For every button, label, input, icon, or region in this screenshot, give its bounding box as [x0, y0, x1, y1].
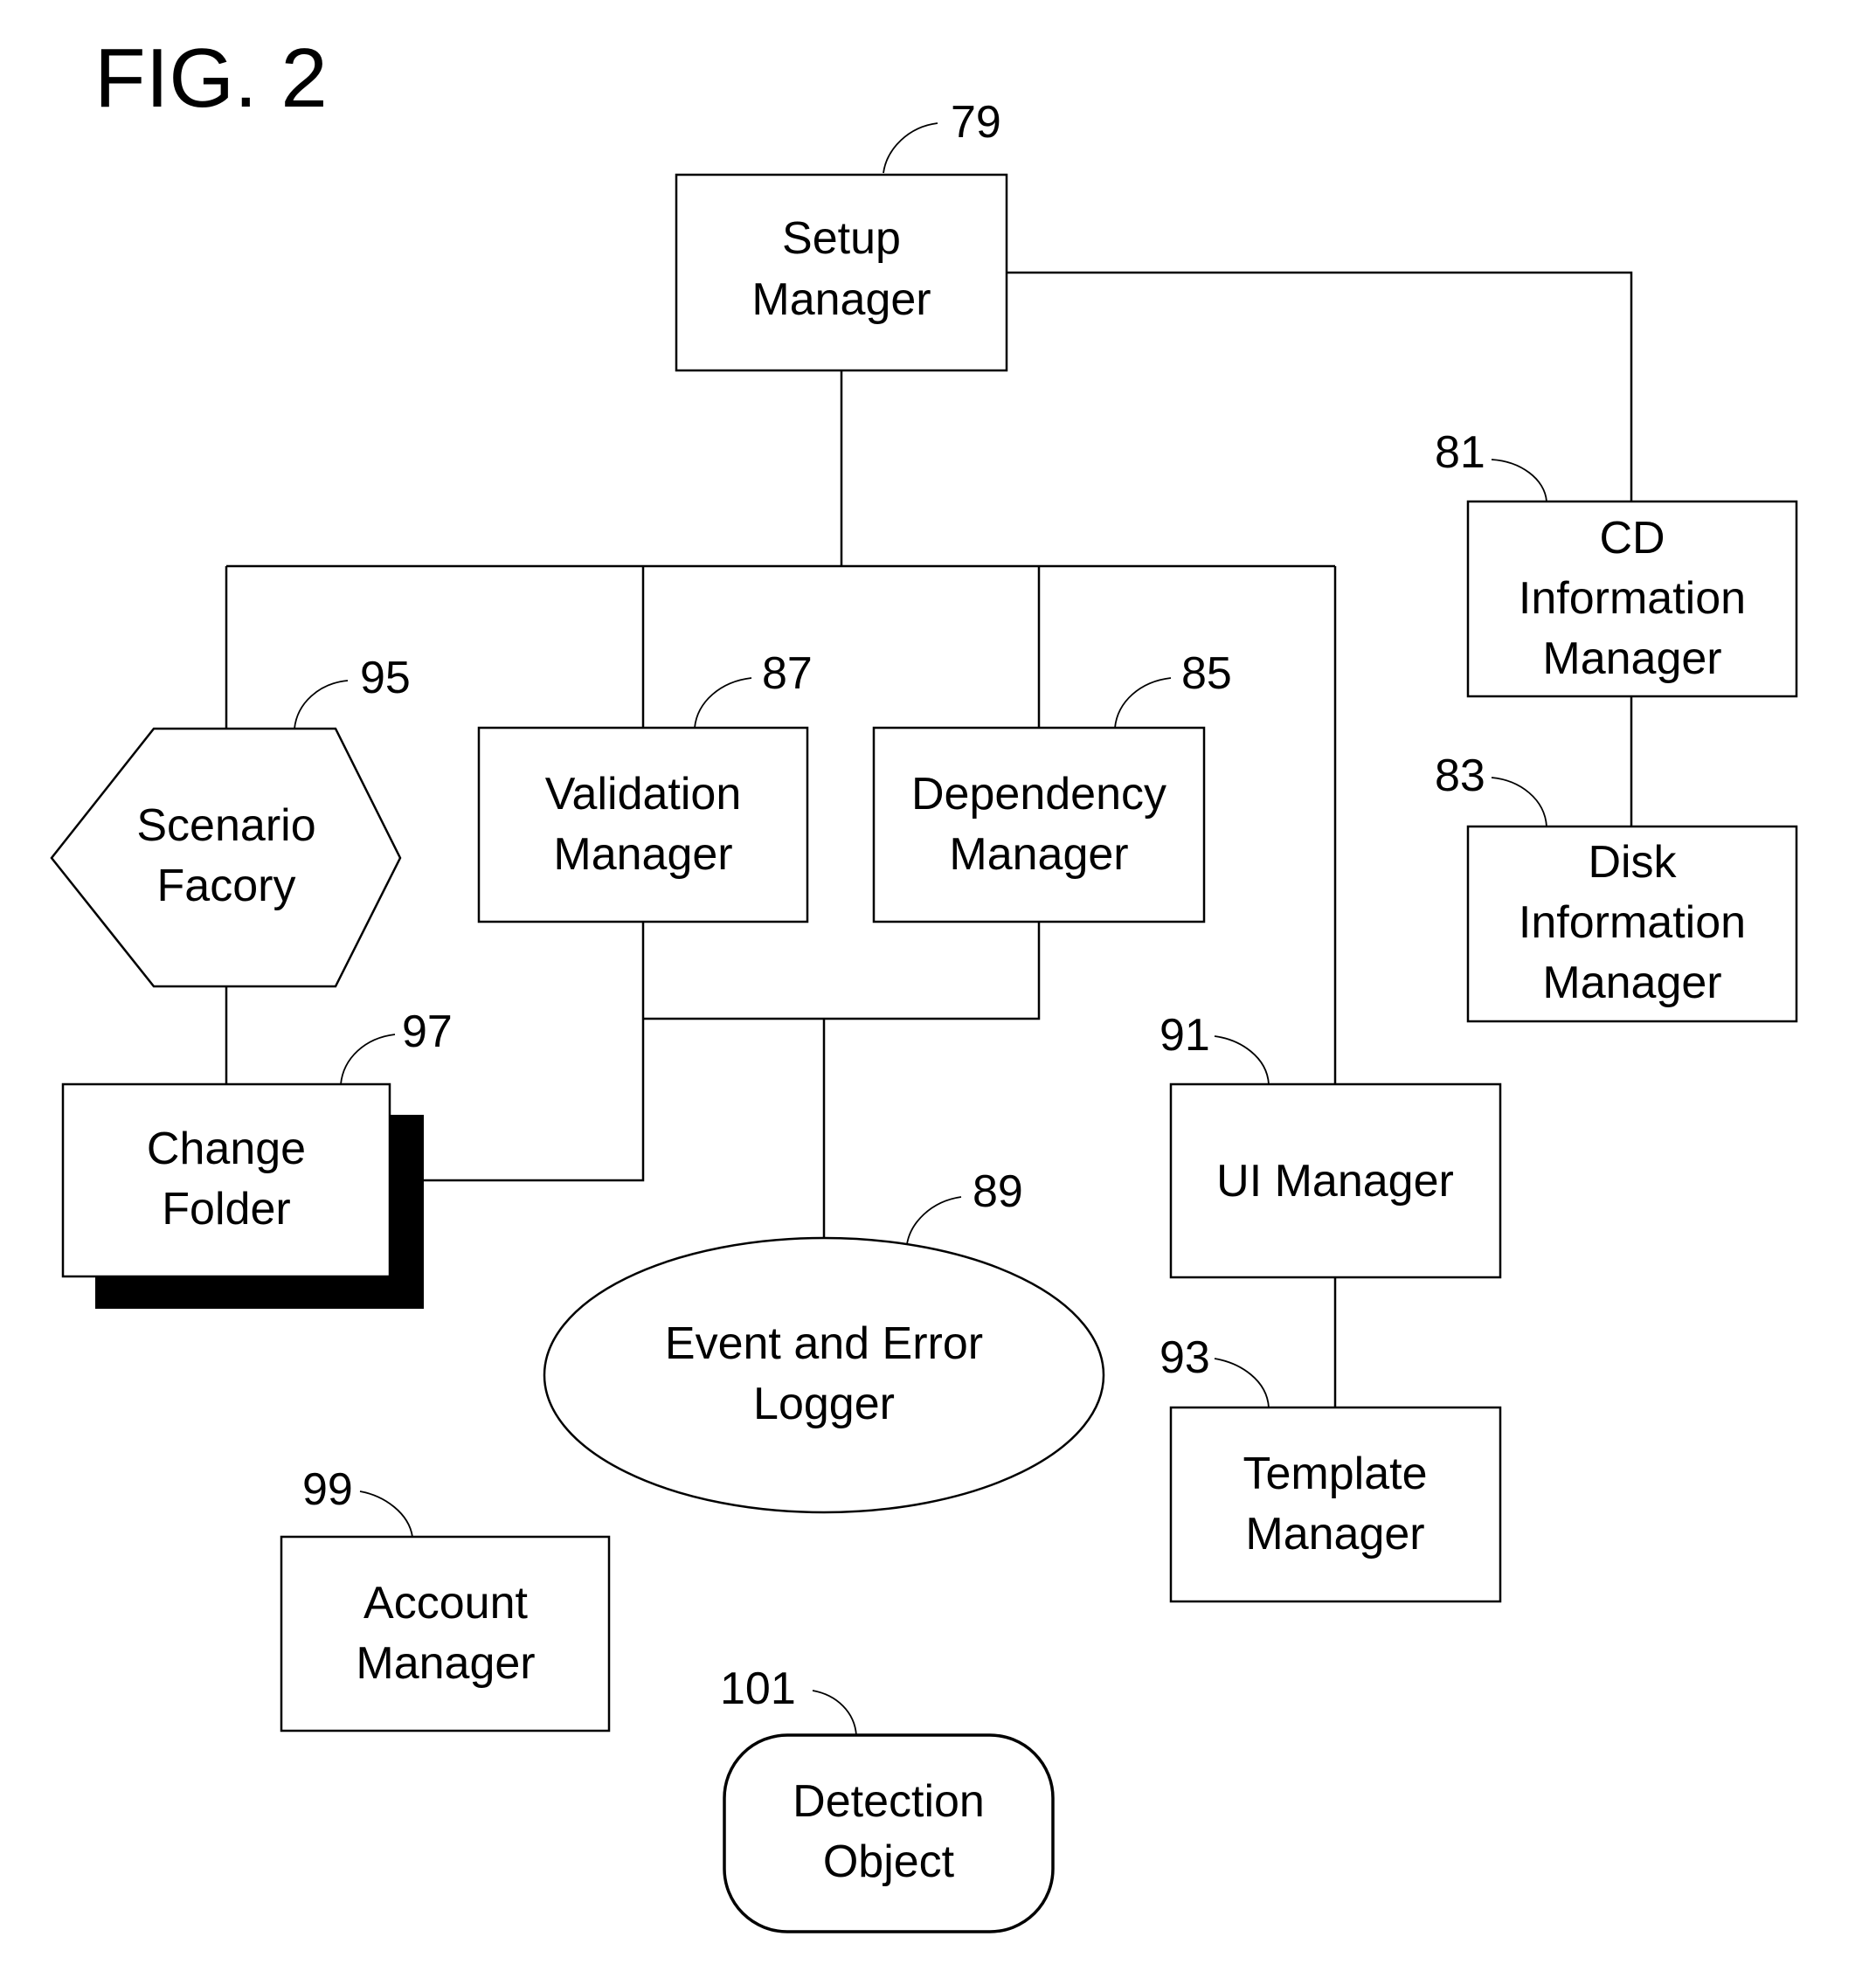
ref-number-89: 89 [973, 1166, 1023, 1217]
ref-number-85: 85 [1181, 648, 1232, 699]
ref-number-97: 97 [402, 1006, 453, 1057]
detection-object-label-line1: Detection [793, 1776, 985, 1827]
node-detection-object: Detection Object 101 [720, 1663, 1055, 1933]
validation-manager-label-line1: Validation [545, 769, 742, 820]
account-manager-label-line2: Manager [356, 1638, 535, 1689]
event-error-logger-ellipse [543, 1236, 1105, 1514]
dependency-manager-label-line2: Manager [949, 829, 1128, 880]
ref-leader-99 [359, 1490, 413, 1538]
setup-manager-box [675, 173, 1008, 372]
ref-leader-83 [1491, 777, 1547, 827]
ref-number-83: 83 [1435, 750, 1485, 801]
ref-leader-85 [1114, 677, 1172, 729]
node-ui-manager: UI Manager 91 [1160, 1010, 1502, 1279]
cd-info-manager-label-line1: CD [1599, 513, 1665, 564]
node-account-manager: Account Manager 99 [280, 1464, 611, 1732]
connector-validation-to-change-folder [424, 922, 645, 1182]
ref-number-91: 91 [1160, 1010, 1210, 1061]
detection-object-label-line2: Object [823, 1836, 955, 1887]
detection-object-box [723, 1733, 1055, 1933]
template-manager-box [1169, 1406, 1502, 1603]
scenario-factory-hexagon [50, 727, 402, 988]
ref-number-95: 95 [360, 653, 411, 703]
ref-leader-95 [294, 680, 349, 730]
node-validation-manager: Validation Manager 87 [477, 648, 813, 923]
node-scenario-factory: Scenario Facory 95 [50, 653, 411, 988]
cd-info-manager-label-line2: Information [1519, 573, 1746, 624]
ref-leader-89 [906, 1196, 962, 1245]
cd-info-manager-label-line3: Manager [1542, 633, 1721, 684]
event-error-logger-label-line1: Event and Error [665, 1318, 983, 1369]
scenario-factory-label-line1: Scenario [136, 800, 315, 851]
ref-leader-91 [1214, 1035, 1270, 1085]
disk-info-manager-label-line2: Information [1519, 897, 1746, 948]
ref-leader-93 [1214, 1358, 1270, 1408]
ref-number-79: 79 [951, 97, 1001, 148]
connector-dependency-to-join [643, 922, 1041, 1020]
node-dependency-manager: Dependency Manager 85 [872, 648, 1232, 923]
dependency-manager-box [872, 726, 1206, 923]
validation-manager-box [477, 726, 809, 923]
change-folder-label-line2: Folder [162, 1184, 290, 1235]
account-manager-box [280, 1535, 611, 1732]
scenario-factory-label-line2: Facory [157, 861, 296, 911]
ref-leader-81 [1491, 459, 1547, 502]
patent-diagram: FIG. 2 Setup Manager 79 CD Information M… [50, 31, 1798, 1933]
setup-manager-label-line2: Manager [751, 274, 931, 325]
node-change-folder: Change Folder 97 [61, 1006, 453, 1309]
disk-info-manager-label-line3: Manager [1542, 958, 1721, 1008]
node-setup-manager: Setup Manager 79 [675, 97, 1008, 372]
ref-number-93: 93 [1160, 1332, 1210, 1383]
ref-number-101: 101 [720, 1663, 796, 1714]
ref-number-99: 99 [302, 1464, 353, 1515]
ref-leader-101 [812, 1690, 857, 1736]
ui-manager-label: UI Manager [1216, 1156, 1454, 1207]
figure-title: FIG. 2 [94, 31, 328, 125]
event-error-logger-label-line2: Logger [753, 1379, 895, 1429]
validation-manager-label-line2: Manager [553, 829, 732, 880]
change-folder-label-line1: Change [147, 1124, 306, 1174]
ref-leader-79 [883, 122, 938, 174]
ref-leader-97 [340, 1034, 396, 1085]
change-folder-box [61, 1082, 391, 1278]
node-template-manager: Template Manager 93 [1160, 1332, 1502, 1603]
ref-leader-87 [694, 677, 752, 729]
node-cd-information-manager: CD Information Manager 81 [1435, 427, 1798, 698]
ref-number-81: 81 [1435, 427, 1485, 478]
connector-setup-to-cd [1007, 271, 1633, 501]
template-manager-label-line2: Manager [1245, 1509, 1424, 1560]
account-manager-label-line1: Account [363, 1578, 528, 1629]
disk-info-manager-label-line1: Disk [1588, 837, 1677, 888]
dependency-manager-label-line1: Dependency [911, 769, 1166, 820]
setup-manager-label-line1: Setup [782, 213, 901, 264]
template-manager-label-line1: Template [1243, 1449, 1428, 1499]
node-disk-information-manager: Disk Information Manager 83 [1435, 750, 1798, 1023]
ref-number-87: 87 [762, 648, 813, 699]
